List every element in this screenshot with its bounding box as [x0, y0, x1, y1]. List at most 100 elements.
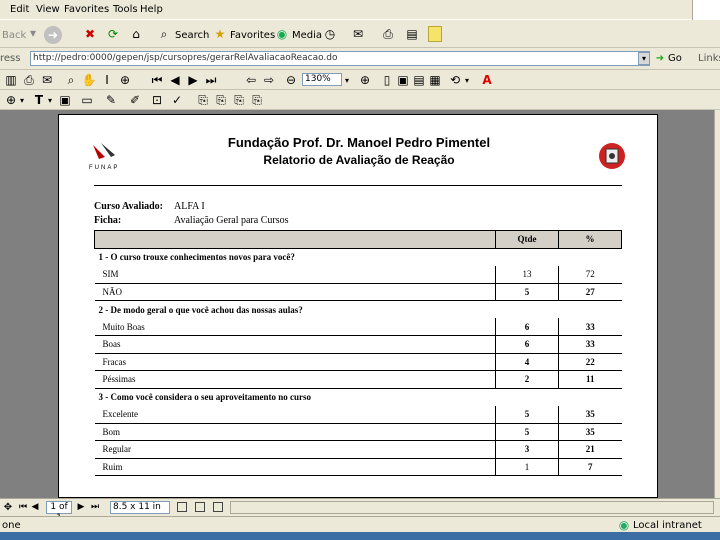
answer-row: NÃO 5 27: [94, 283, 622, 301]
single-page-layout-icon[interactable]: [176, 501, 188, 513]
media-button[interactable]: Media: [292, 30, 322, 41]
continuous-layout-icon[interactable]: [194, 501, 206, 513]
coat-of-arms-icon: [599, 143, 625, 169]
previous-page-icon[interactable]: ◀: [168, 73, 182, 87]
mail-icon[interactable]: ✉: [350, 26, 366, 42]
zoom-level-input[interactable]: 130%: [302, 73, 342, 86]
zoom-out-icon[interactable]: ⊖: [284, 73, 298, 87]
answer-row: Ruim 1 7: [94, 458, 622, 476]
fit-visible-icon[interactable]: ▦: [428, 73, 442, 87]
text-select-dropdown-icon[interactable]: ▾: [46, 93, 54, 107]
zoom-tool-dropdown-icon[interactable]: ▾: [18, 93, 26, 107]
markup-icon[interactable]: ✓: [170, 93, 184, 107]
search-icon[interactable]: ⌕: [156, 26, 172, 42]
answer-pct: 35: [558, 405, 622, 424]
answer-pct: 72: [558, 265, 622, 284]
address-dropdown-icon[interactable]: ▾: [638, 52, 650, 65]
zoom-dropdown-icon[interactable]: ▾: [342, 73, 352, 87]
evaluation-table: Qtde % 1 - O curso trouxe conhecimentos …: [94, 230, 622, 476]
note-tool-icon[interactable]: ▭: [80, 93, 94, 107]
answer-label: Excelente: [94, 405, 496, 424]
rotate-dropdown-icon[interactable]: ▾: [462, 73, 472, 87]
last-page-icon[interactable]: ⏭: [90, 501, 100, 513]
page-tool-icon[interactable]: ⎘: [196, 93, 210, 107]
go-icon[interactable]: ➜: [654, 52, 666, 65]
select-text-icon[interactable]: Ⅰ: [100, 73, 114, 87]
course-row: Curso Avaliado:: [94, 201, 163, 212]
horizontal-scrollbar[interactable]: [230, 501, 714, 514]
answer-qtde: 2: [495, 370, 559, 389]
stop-icon[interactable]: ✖: [82, 26, 98, 42]
history-icon[interactable]: ◷: [322, 26, 338, 42]
adobe-icon[interactable]: A: [480, 72, 494, 88]
last-page-icon[interactable]: ⏭: [204, 73, 218, 87]
facing-layout-icon[interactable]: [212, 501, 224, 513]
document-viewer[interactable]: FUNAP Fundação Prof. Dr. Manoel Pedro Pi…: [0, 110, 720, 498]
save-icon[interactable]: ▥: [4, 73, 18, 87]
first-page-icon[interactable]: ⏮: [18, 501, 28, 513]
bookmarks-toggle-icon[interactable]: ✥: [2, 501, 14, 513]
text-select-icon[interactable]: T: [32, 93, 46, 107]
note-icon[interactable]: [428, 26, 442, 42]
next-page-icon[interactable]: ▶: [76, 501, 86, 513]
go-button[interactable]: Go: [668, 53, 682, 64]
single-page-icon[interactable]: ▯: [380, 73, 394, 87]
back-dropdown-icon[interactable]: ▾: [30, 26, 36, 40]
page-tool-icon[interactable]: ⎘: [232, 93, 246, 107]
fit-width-icon[interactable]: ▤: [412, 73, 426, 87]
go-forward-icon[interactable]: ⇨: [262, 73, 276, 87]
page-number-input[interactable]: 1 of 1: [46, 501, 72, 523]
address-input[interactable]: http://pedro:0000/gepen/jsp/cursopres/ge…: [30, 51, 650, 66]
pencil-icon[interactable]: ✎: [104, 93, 118, 107]
search-button[interactable]: Search: [175, 30, 209, 41]
menu-tools[interactable]: Tools: [113, 4, 138, 15]
zoom-in-icon[interactable]: ⊕: [358, 73, 372, 87]
answer-qtde: 5: [495, 423, 559, 441]
refresh-icon[interactable]: ⟳: [105, 26, 121, 42]
page-tool-icon[interactable]: ⎘: [214, 93, 228, 107]
email-icon[interactable]: ✉: [40, 73, 54, 87]
favorites-icon[interactable]: ★: [212, 26, 228, 42]
menu-view[interactable]: View: [36, 4, 60, 15]
zoom-in-icon[interactable]: ⊕: [118, 73, 132, 87]
vertical-scrollbar[interactable]: [714, 110, 720, 498]
print-icon[interactable]: ⎙: [22, 73, 36, 87]
media-icon[interactable]: ◉: [274, 26, 290, 42]
next-page-icon[interactable]: ▶: [186, 73, 200, 87]
zoom-icon[interactable]: ⊕: [4, 93, 18, 107]
answer-qtde: 6: [495, 318, 559, 336]
course-value: ALFA I: [174, 201, 205, 212]
first-page-icon[interactable]: ⏮: [150, 73, 164, 87]
favorites-button[interactable]: Favorites: [230, 30, 275, 41]
answer-row: Péssimas 2 11: [94, 370, 622, 389]
menu-edit[interactable]: Edit: [10, 4, 29, 15]
highlight-icon[interactable]: ✐: [128, 93, 142, 107]
previous-page-icon[interactable]: ◀: [30, 501, 40, 513]
print-icon[interactable]: ⎙: [380, 26, 396, 42]
answer-row: Regular 3 21: [94, 440, 622, 459]
back-button[interactable]: Back: [2, 30, 26, 41]
answer-qtde: 13: [495, 265, 559, 284]
fit-page-icon[interactable]: ▣: [396, 73, 410, 87]
forward-icon[interactable]: ➜: [44, 26, 62, 44]
answer-row: Excelente 5 35: [94, 405, 622, 424]
menu-favorites[interactable]: Favorites: [64, 4, 109, 15]
taskbar: [0, 532, 720, 540]
menu-help[interactable]: Help: [140, 4, 163, 15]
search-icon[interactable]: ⌕: [64, 73, 78, 87]
stamp-icon[interactable]: ⊡: [150, 93, 164, 107]
form-row: Ficha:: [94, 215, 121, 226]
rotate-icon[interactable]: ⟲: [448, 73, 462, 87]
edit-icon[interactable]: ▤: [404, 26, 420, 42]
go-back-icon[interactable]: ⇦: [244, 73, 258, 87]
home-icon[interactable]: ⌂: [128, 26, 144, 42]
answer-label: Bom: [94, 423, 496, 441]
page-size-display: 8.5 x 11 in: [110, 501, 170, 514]
page-tool-icon[interactable]: ⎘: [250, 93, 264, 107]
standard-toolbar: Back ▾ ➜ ✖ ⟳ ⌂ ⌕ Search ★ Favorites ◉ Me…: [0, 20, 720, 48]
course-label: Curso Avaliado:: [94, 201, 163, 212]
question-text: 3 - Como você considera o seu aproveitam…: [98, 392, 312, 402]
links-button[interactable]: Links: [698, 53, 720, 64]
hand-icon[interactable]: ✋: [82, 73, 97, 87]
graphics-select-icon[interactable]: ▣: [58, 93, 72, 107]
